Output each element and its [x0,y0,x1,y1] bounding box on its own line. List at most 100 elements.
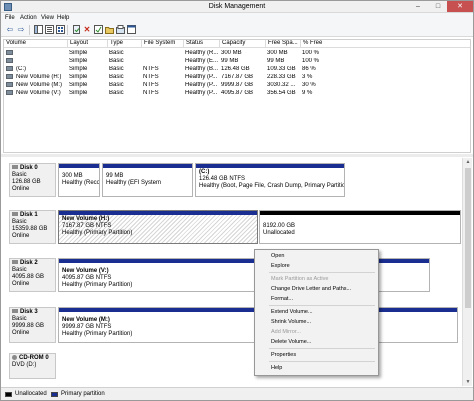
pane-splitter[interactable] [1,154,473,157]
cd-rom-0-label[interactable]: CD-ROM 0 DVD (D:) [9,353,56,379]
table-row[interactable]: Simple Basic Healthy (R... 300 MB 300 MB 100 … [4,49,470,57]
partition-size: 126.48 GB NTFS [199,176,246,182]
disk-icon [12,212,18,217]
menu-item-explore[interactable]: Explore [271,263,290,269]
table-row[interactable]: New Volume (H:) Simple Basic NTFS Healthy (P… [4,73,470,81]
cell-percent-free: 9 % [302,90,313,96]
menu-separator [269,305,375,306]
menu-item-change-drive-letter[interactable]: Change Drive Letter and Paths... [271,286,351,292]
menu-item-help[interactable]: Help [271,365,282,371]
disk-3-label[interactable]: Disk 3 Basic 9999.88 GB Online [9,307,56,343]
disk-panel-scrollbar[interactable]: ▲ ▼ [462,158,472,386]
cell-capacity: 126.48 GB [221,66,250,72]
cell-file-system: NTFS [143,90,159,96]
cell-layout: Simple [69,74,88,80]
cell-percent-free: 30 % [302,82,316,88]
maximize-button[interactable]: □ [429,1,447,12]
disk-name: CD-ROM 0 [19,355,49,362]
table-row[interactable]: (C:) Simple Basic NTFS Healthy (B... 126.48 G… [4,65,470,73]
delete-icon[interactable]: ✕ [82,25,92,35]
console-tree-icon[interactable] [33,25,43,35]
properties-sheet-icon[interactable] [126,25,136,35]
unallocated-swatch [5,392,12,397]
table-row[interactable]: Simple Basic Healthy (E... 99 MB 99 MB 100 % [4,57,470,65]
cell-type: Basic [109,82,124,88]
partition-h-selected[interactable]: New Volume (H:) 7167.87 GB NTFS Healthy … [58,210,258,244]
partition-status: Healthy (Recovery Partition) [62,180,100,186]
cell-status: Healthy (R... [185,50,219,56]
partition-name: New Volume (H:) [62,216,110,222]
menu-file[interactable]: File [5,15,15,21]
partition-efi[interactable]: 99 MB Healthy (EFI System [102,163,193,197]
menu-item-format[interactable]: Format... [271,296,293,302]
partition-status: Unallocated [263,230,295,236]
menu-item-add-mirror[interactable]: Add Mirror... [271,329,301,335]
menu-view[interactable]: View [41,15,54,21]
partition-unallocated[interactable]: 8192.00 GB Unallocated [259,210,461,244]
cell-status: Healthy (E... [185,58,219,64]
minimize-button[interactable]: – [409,1,427,12]
scroll-up-arrow-icon[interactable]: ▲ [463,158,473,166]
cell-status: Healthy (P... [185,74,218,80]
menu-bar: File Action View Help [1,13,473,23]
volume-icon [6,90,13,95]
partition-size: 99 MB [106,173,124,179]
column-header-type[interactable]: Type [107,40,141,47]
menu-separator [269,272,375,273]
help-icon[interactable] [44,25,54,35]
menu-help[interactable]: Help [57,15,69,21]
toolbar: ⇦ ⇨ ✕ [1,23,473,37]
cell-type: Basic [109,66,124,72]
disk-icon [12,260,18,265]
disk-0-label[interactable]: Disk 0 Basic 126.88 GB Online [9,163,56,197]
menu-action[interactable]: Action [20,15,37,21]
partition-status: Healthy (Boot, Page File, Crash Dump, Pr… [199,183,345,189]
explore-icon[interactable] [115,25,125,35]
forward-arrow-icon[interactable]: ⇨ [16,25,26,35]
cell-layout: Simple [69,82,88,88]
volume-list[interactable]: Volume Layout Type File System Status Ca… [3,39,471,153]
close-button[interactable]: ✕ [447,1,473,12]
column-header-layout[interactable]: Layout [67,40,105,47]
table-row[interactable]: New Volume (M:) Simple Basic NTFS Healthy (P… [4,81,470,89]
properties-icon[interactable] [55,25,65,35]
toolbar-separator [67,25,68,35]
disk-size: 15359.88 GB [12,226,48,232]
disk-management-window: Disk Management – □ ✕ File Action View H… [0,0,474,401]
menu-item-delete-volume[interactable]: Delete Volume... [271,339,311,345]
cell-status: Healthy (P... [185,90,218,96]
disk-type: Basic [12,172,27,178]
menu-item-open[interactable]: Open [271,253,284,259]
column-header-volume[interactable]: Volume [4,40,65,47]
column-header-free-space[interactable]: Free Spa... [265,40,300,47]
disk-status: Online [12,281,30,287]
title-bar: Disk Management – □ ✕ [1,1,473,13]
menu-item-extend-volume[interactable]: Extend Volume... [271,309,313,315]
column-header-percent-free[interactable]: % Free [300,40,334,47]
column-header-status[interactable]: Status [183,40,219,47]
disk-1-label[interactable]: Disk 1 Basic 15359.88 GB Online [9,210,56,244]
menu-item-properties[interactable]: Properties [271,352,296,358]
refresh-icon[interactable] [71,25,81,35]
volume-icon [6,50,13,55]
scroll-down-arrow-icon[interactable]: ▼ [463,378,473,386]
scroll-thumb[interactable] [465,168,471,308]
table-row[interactable]: New Volume (V:) Simple Basic NTFS Healthy (P… [4,89,470,97]
check-icon[interactable] [93,25,103,35]
disk-2-label[interactable]: Disk 2 Basic 4095.88 GB Online [9,258,56,292]
menu-item-shrink-volume[interactable]: Shrink Volume... [271,319,311,325]
menu-item-mark-active[interactable]: Mark Partition as Active [271,276,328,282]
back-arrow-icon[interactable]: ⇦ [5,25,15,35]
column-header-capacity[interactable]: Capacity [219,40,265,47]
column-header-file-system[interactable]: File System [141,40,183,47]
cell-status: Healthy (B... [185,66,219,72]
cell-capacity: 7167.87 GB [221,74,254,80]
partition-c[interactable]: (C:) 126.48 GB NTFS Healthy (Boot, Page … [195,163,345,197]
partition-recovery[interactable]: 300 MB Healthy (Recovery Partition) [58,163,100,197]
cell-layout: Simple [69,66,88,72]
disk-name: Disk 2 [20,260,38,266]
open-icon[interactable] [104,25,114,35]
legend-primary: Primary partition [61,391,105,397]
volume-icon [6,82,13,87]
partition-status: Healthy (EFI System [106,180,162,186]
